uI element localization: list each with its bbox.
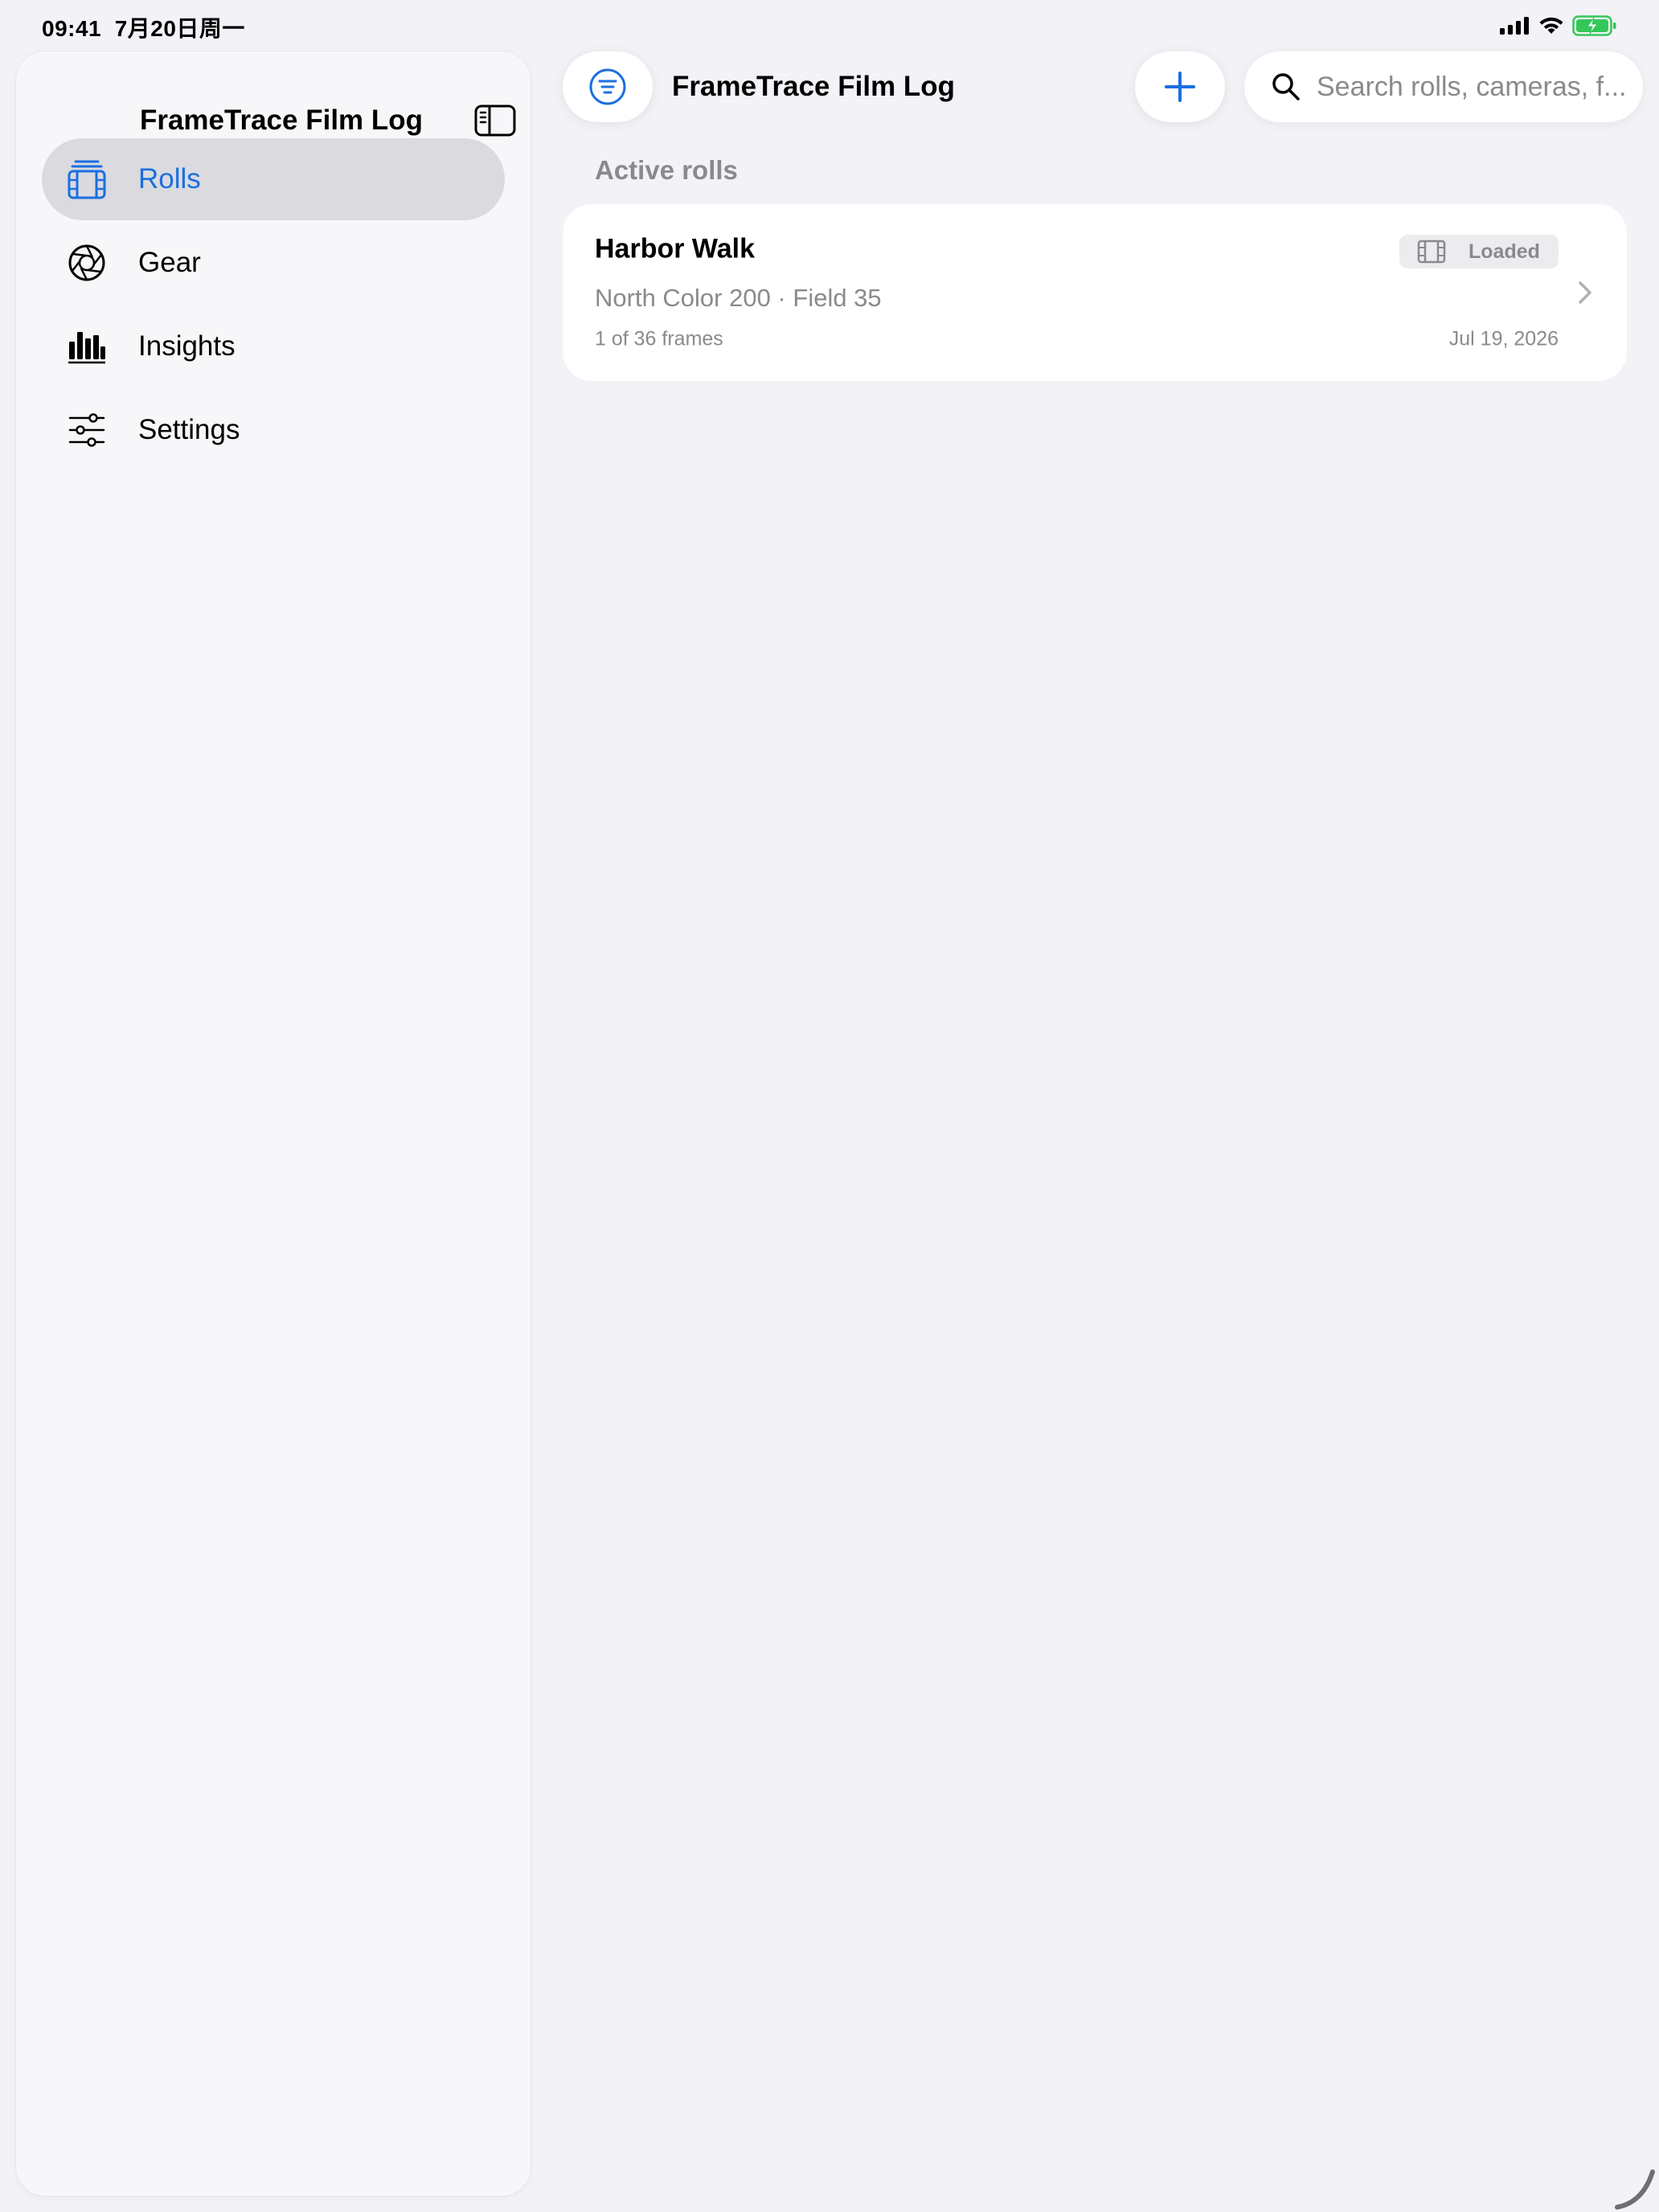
wifi-icon (1539, 17, 1563, 34)
corner-grabber-icon (1615, 2169, 1655, 2210)
sidebar-toggle-icon (474, 104, 516, 137)
sidebar-title: FrameTrace Film Log (139, 104, 424, 136)
film-roll-icon (68, 160, 106, 199)
sidebar-item-label: Insights (138, 330, 236, 362)
sidebar-toggle-button[interactable] (474, 104, 516, 137)
sidebar-item-gear[interactable]: Gear (42, 222, 505, 304)
sliders-icon (68, 411, 106, 449)
chevron-right-icon (1577, 280, 1593, 305)
status-bar-clock: 09:41 7月20日周一 (42, 11, 245, 43)
sidebar-item-label: Rolls (138, 163, 201, 195)
sidebar: FrameTrace Film Log Rolls Gear Insights … (16, 51, 530, 2196)
status-icons (1500, 14, 1617, 37)
bar-chart-icon (68, 327, 106, 366)
add-roll-button[interactable] (1135, 51, 1225, 122)
sidebar-item-label: Settings (138, 414, 240, 445)
plus-icon (1165, 72, 1195, 102)
search-input[interactable] (1317, 71, 1630, 103)
sidebar-item-settings[interactable]: Settings (42, 389, 505, 471)
status-badge: Loaded (1399, 235, 1559, 268)
battery-charging-icon (1572, 15, 1616, 36)
status-date: 7月20日周一 (114, 16, 245, 41)
page-title: FrameTrace Film Log (672, 71, 956, 102)
roll-frame-count: 1 of 36 frames (595, 327, 723, 350)
cellular-signal-icon (1500, 17, 1529, 35)
roll-date: Jul 19, 2026 (1448, 327, 1559, 350)
status-badge-label: Loaded (1469, 240, 1540, 263)
filter-icon (589, 68, 626, 105)
roll-film-camera: North Color 200 · Field 35 (595, 284, 882, 312)
search-icon (1270, 71, 1302, 103)
roll-title: Harbor Walk (595, 233, 756, 264)
film-strip-icon (1417, 240, 1446, 264)
aperture-icon (68, 244, 106, 282)
status-time: 09:41 (42, 16, 102, 41)
section-header-active-rolls: Active rolls (595, 155, 738, 185)
roll-card[interactable]: Harbor Walk North Color 200 · Field 35 1… (563, 204, 1627, 381)
sidebar-item-rolls[interactable]: Rolls (42, 138, 505, 220)
search-field[interactable] (1244, 51, 1643, 122)
filter-button[interactable] (563, 51, 653, 122)
sidebar-item-label: Gear (138, 247, 201, 278)
sidebar-item-insights[interactable]: Insights (42, 305, 505, 387)
